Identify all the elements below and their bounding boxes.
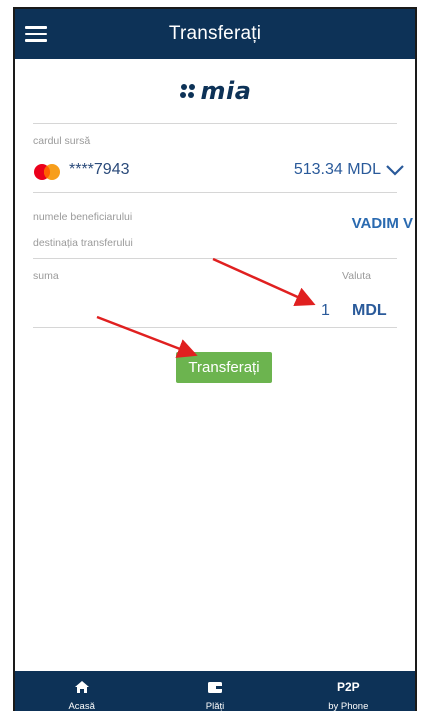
nav-label-p2p: by Phone <box>328 701 369 711</box>
currency-select[interactable]: MDL <box>352 302 387 320</box>
nav-item-payments[interactable]: Plăți <box>148 671 281 711</box>
card-balance[interactable]: 513.34 MDL <box>294 161 381 179</box>
app-bar: Transferați <box>15 9 415 59</box>
destination-label[interactable]: destinația transferului <box>33 237 133 249</box>
page-title: Transferați <box>168 23 262 44</box>
nav-label-payments: Plăți <box>205 701 225 711</box>
card-number[interactable]: ****7943 <box>69 161 130 179</box>
hamburger-menu-icon[interactable] <box>23 22 49 46</box>
amount-label: suma <box>33 270 59 282</box>
annotation-arrow <box>96 315 198 358</box>
annotation-arrow <box>212 257 316 306</box>
logo-dots-icon <box>179 84 195 98</box>
currency-label: Valuta <box>342 270 371 282</box>
beneficiary-name[interactable]: VADIM V <box>352 215 413 232</box>
nav-label-home: Acasă <box>68 701 95 711</box>
wallet-icon <box>207 682 222 693</box>
divider <box>33 258 397 259</box>
divider <box>33 123 397 124</box>
divider <box>33 192 397 193</box>
amount-input[interactable]: 1 <box>321 302 330 320</box>
mia-logo: mia <box>15 77 415 105</box>
beneficiary-label: numele beneficiarului <box>33 211 133 223</box>
bottom-navigation: Acasă Plăți P2P by Phone <box>15 671 415 711</box>
source-card-label: cardul sursă <box>33 135 91 147</box>
divider <box>33 327 397 328</box>
mastercard-icon <box>34 164 60 180</box>
nav-item-home[interactable]: Acasă <box>15 671 148 711</box>
nav-item-p2p[interactable]: P2P by Phone <box>282 671 415 711</box>
home-icon <box>74 681 89 693</box>
transfer-button[interactable]: Transferați <box>176 352 272 383</box>
app-screen: Transferați mia cardul sursă ****7943 51… <box>13 7 417 711</box>
p2p-icon: P2P <box>336 680 360 694</box>
chevron-down-icon[interactable] <box>385 163 405 177</box>
logo-text: mia <box>200 77 252 105</box>
